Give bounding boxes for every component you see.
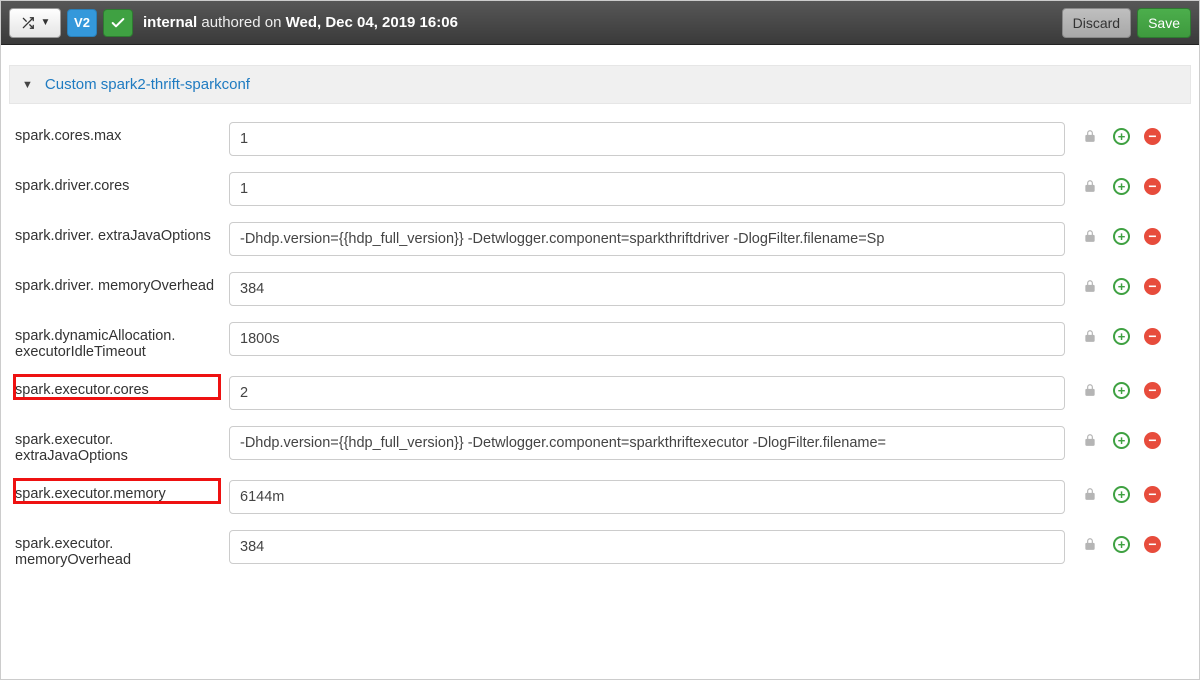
add-icon[interactable]: + xyxy=(1113,128,1130,145)
save-button[interactable]: Save xyxy=(1137,8,1191,38)
lock-icon[interactable] xyxy=(1081,535,1099,553)
remove-icon[interactable]: − xyxy=(1144,278,1161,295)
author-name: internal xyxy=(143,14,197,31)
remove-icon[interactable]: − xyxy=(1144,486,1161,503)
config-input-wrap xyxy=(229,222,1065,256)
remove-icon[interactable]: − xyxy=(1144,128,1161,145)
caret-down-icon: ▼ xyxy=(41,17,51,28)
lock-icon[interactable] xyxy=(1081,431,1099,449)
app-frame: ▼ V2 internal authored on Wed, Dec 04, 2… xyxy=(0,0,1200,680)
lock-icon[interactable] xyxy=(1081,485,1099,503)
config-label: spark.dynamicAllocation. executorIdleTim… xyxy=(15,322,219,360)
add-icon[interactable]: + xyxy=(1113,178,1130,195)
authored-text: authored on xyxy=(197,14,285,31)
add-icon[interactable]: + xyxy=(1113,432,1130,449)
config-row: spark.driver. memoryOverhead +− xyxy=(9,264,1191,314)
config-row: spark.executor.cores +− xyxy=(9,368,1191,418)
config-input-wrap xyxy=(229,172,1065,206)
config-input[interactable] xyxy=(229,272,1065,306)
row-actions: +− xyxy=(1075,122,1185,145)
row-actions: +− xyxy=(1075,322,1185,345)
config-input-wrap xyxy=(229,376,1065,410)
section-header[interactable]: ▼ Custom spark2-thrift-sparkconf xyxy=(9,65,1191,104)
row-actions: +− xyxy=(1075,530,1185,553)
lock-icon[interactable] xyxy=(1081,127,1099,145)
row-actions: +− xyxy=(1075,376,1185,399)
config-input[interactable] xyxy=(229,222,1065,256)
config-row: spark.driver. extraJavaOptions +− xyxy=(9,214,1191,264)
check-icon xyxy=(110,15,126,31)
add-icon[interactable]: + xyxy=(1113,382,1130,399)
config-row: spark.executor. memoryOverhead +− xyxy=(9,522,1191,576)
config-input[interactable] xyxy=(229,530,1065,564)
row-actions: +− xyxy=(1075,172,1185,195)
lock-icon[interactable] xyxy=(1081,277,1099,295)
config-input-wrap xyxy=(229,480,1065,514)
config-row: spark.executor.memory +− xyxy=(9,472,1191,522)
config-row: spark.cores.max +− xyxy=(9,114,1191,164)
shuffle-icon xyxy=(20,16,36,30)
config-input[interactable] xyxy=(229,172,1065,206)
config-input[interactable] xyxy=(229,322,1065,356)
lock-icon[interactable] xyxy=(1081,227,1099,245)
config-input-wrap xyxy=(229,122,1065,156)
status-check-button[interactable] xyxy=(103,9,133,37)
config-rows: spark.cores.max+−spark.driver.cores+−spa… xyxy=(1,104,1199,596)
add-icon[interactable]: + xyxy=(1113,486,1130,503)
config-label: spark.executor.cores xyxy=(15,376,219,398)
row-actions: +− xyxy=(1075,480,1185,503)
remove-icon[interactable]: − xyxy=(1144,228,1161,245)
config-input[interactable] xyxy=(229,376,1065,410)
config-label: spark.cores.max xyxy=(15,122,219,144)
lock-icon[interactable] xyxy=(1081,381,1099,399)
add-icon[interactable]: + xyxy=(1113,228,1130,245)
config-input-wrap xyxy=(229,272,1065,306)
lock-icon[interactable] xyxy=(1081,177,1099,195)
config-input-wrap xyxy=(229,322,1065,356)
remove-icon[interactable]: − xyxy=(1144,178,1161,195)
discard-button[interactable]: Discard xyxy=(1062,8,1131,38)
config-input-wrap xyxy=(229,530,1065,564)
authored-date: Wed, Dec 04, 2019 16:06 xyxy=(286,14,458,31)
remove-icon[interactable]: − xyxy=(1144,432,1161,449)
config-label: spark.executor. memoryOverhead xyxy=(15,530,219,568)
config-label: spark.driver. memoryOverhead xyxy=(15,272,219,294)
version-badge[interactable]: V2 xyxy=(67,9,97,37)
row-actions: +− xyxy=(1075,272,1185,295)
config-input[interactable] xyxy=(229,480,1065,514)
add-icon[interactable]: + xyxy=(1113,328,1130,345)
row-actions: +− xyxy=(1075,222,1185,245)
config-input-wrap xyxy=(229,426,1065,460)
config-row: spark.dynamicAllocation. executorIdleTim… xyxy=(9,314,1191,368)
body-area: ▼ Custom spark2-thrift-sparkconf spark.c… xyxy=(1,45,1199,679)
add-icon[interactable]: + xyxy=(1113,278,1130,295)
caret-down-icon: ▼ xyxy=(22,79,33,91)
authored-info: internal authored on Wed, Dec 04, 2019 1… xyxy=(143,14,458,31)
topbar: ▼ V2 internal authored on Wed, Dec 04, 2… xyxy=(1,1,1199,45)
section-title[interactable]: Custom spark2-thrift-sparkconf xyxy=(45,76,250,93)
config-label: spark.driver.cores xyxy=(15,172,219,194)
remove-icon[interactable]: − xyxy=(1144,328,1161,345)
config-row: spark.driver.cores +− xyxy=(9,164,1191,214)
config-label: spark.driver. extraJavaOptions xyxy=(15,222,219,244)
shuffle-button[interactable]: ▼ xyxy=(9,8,61,38)
config-label: spark.executor.memory xyxy=(15,480,219,502)
config-row: spark.executor. extraJavaOptions +− xyxy=(9,418,1191,472)
config-input[interactable] xyxy=(229,426,1065,460)
remove-icon[interactable]: − xyxy=(1144,382,1161,399)
lock-icon[interactable] xyxy=(1081,327,1099,345)
row-actions: +− xyxy=(1075,426,1185,449)
remove-icon[interactable]: − xyxy=(1144,536,1161,553)
config-input[interactable] xyxy=(229,122,1065,156)
add-icon[interactable]: + xyxy=(1113,536,1130,553)
config-label: spark.executor. extraJavaOptions xyxy=(15,426,219,464)
